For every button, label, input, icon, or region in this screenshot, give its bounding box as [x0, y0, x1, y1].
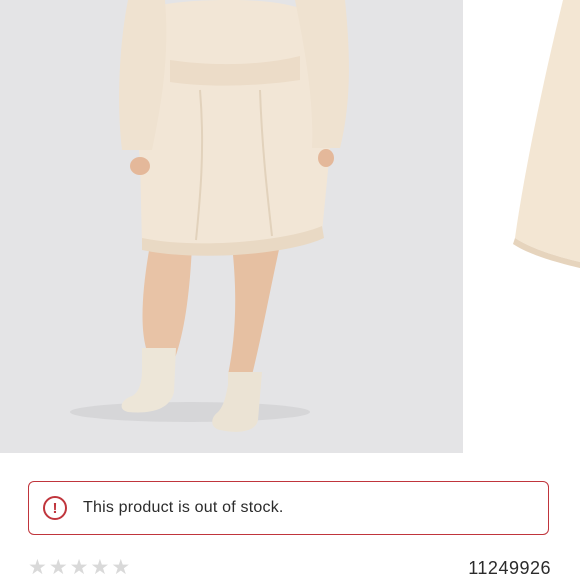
alert-message: This product is out of stock.: [83, 499, 284, 516]
product-photo-next[interactable]: [463, 0, 580, 453]
product-photo-main[interactable]: [0, 0, 463, 453]
star-icon[interactable]: ★: [90, 556, 109, 578]
out-of-stock-alert: ! This product is out of stock.: [28, 481, 549, 535]
product-id: 11249926: [468, 558, 551, 578]
star-rating[interactable]: ★ ★ ★ ★ ★: [28, 556, 130, 578]
robe-sleeve-photo: [463, 0, 580, 453]
star-icon[interactable]: ★: [111, 556, 130, 578]
star-icon[interactable]: ★: [49, 556, 68, 578]
star-icon[interactable]: ★: [70, 556, 89, 578]
robe-back-photo: [0, 0, 463, 453]
star-icon[interactable]: ★: [28, 556, 47, 578]
product-image-gallery[interactable]: [0, 0, 580, 453]
alert-circle-icon: !: [43, 496, 67, 520]
